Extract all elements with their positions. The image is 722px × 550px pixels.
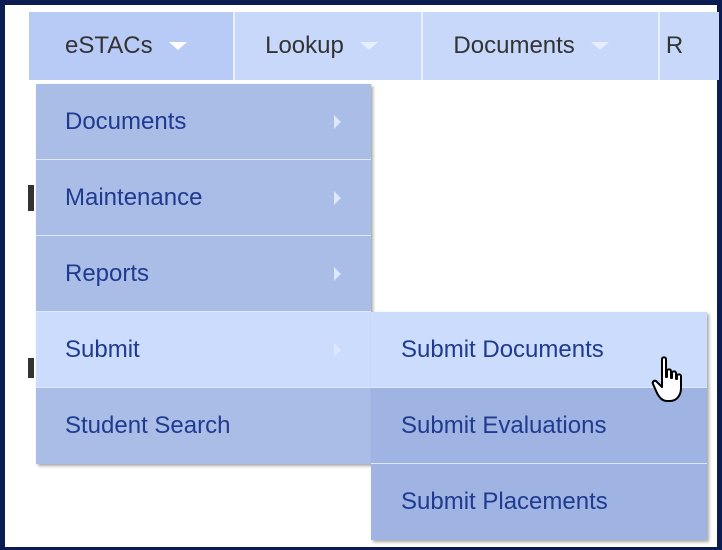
- menu-item-label: Student Search: [65, 412, 231, 439]
- nav-item-lookup[interactable]: Lookup: [235, 12, 424, 80]
- nav-item-label: eSTACs: [65, 32, 153, 59]
- submenu-item-submit-placements[interactable]: Submit Placements: [371, 464, 707, 540]
- chevron-down-icon: [168, 42, 187, 50]
- chevron-right-icon: [334, 114, 341, 129]
- chevron-right-icon: [334, 342, 341, 357]
- menu-item-documents[interactable]: Documents: [36, 84, 371, 160]
- chevron-right-icon: [334, 266, 341, 281]
- estacs-dropdown-menu: Documents Maintenance Reports Submit Stu…: [36, 84, 371, 464]
- chevron-down-icon: [590, 42, 609, 50]
- menu-item-label: Maintenance: [65, 183, 203, 211]
- menu-item-submit[interactable]: Submit: [36, 312, 371, 388]
- background-fragment: [28, 185, 34, 211]
- menu-item-label: Submit: [65, 335, 140, 363]
- top-navigation-bar: eSTACs Lookup Documents R: [29, 12, 719, 80]
- chevron-down-icon: [359, 42, 378, 50]
- submenu-item-label: Submit Documents: [401, 335, 604, 363]
- submit-submenu: Submit Documents Submit Evaluations Subm…: [371, 312, 707, 540]
- background-fragment: [28, 358, 34, 378]
- menu-item-student-search[interactable]: Student Search: [36, 388, 371, 464]
- submenu-item-label: Submit Placements: [401, 488, 608, 515]
- nav-item-label: Documents: [453, 32, 575, 59]
- nav-item-label: Lookup: [265, 32, 344, 59]
- hand-pointer-cursor-icon: [651, 356, 682, 402]
- nav-item-documents[interactable]: Documents: [423, 12, 660, 80]
- chevron-right-icon: [334, 190, 341, 205]
- menu-item-label: Documents: [65, 107, 187, 135]
- nav-item-estacs[interactable]: eSTACs: [29, 12, 236, 80]
- nav-item-partial[interactable]: R: [660, 12, 719, 80]
- menu-item-maintenance[interactable]: Maintenance: [36, 160, 371, 236]
- menu-item-label: Reports: [65, 259, 150, 287]
- menu-item-reports[interactable]: Reports: [36, 236, 371, 312]
- submenu-item-label: Submit Evaluations: [401, 411, 607, 439]
- nav-item-label: R: [665, 32, 684, 59]
